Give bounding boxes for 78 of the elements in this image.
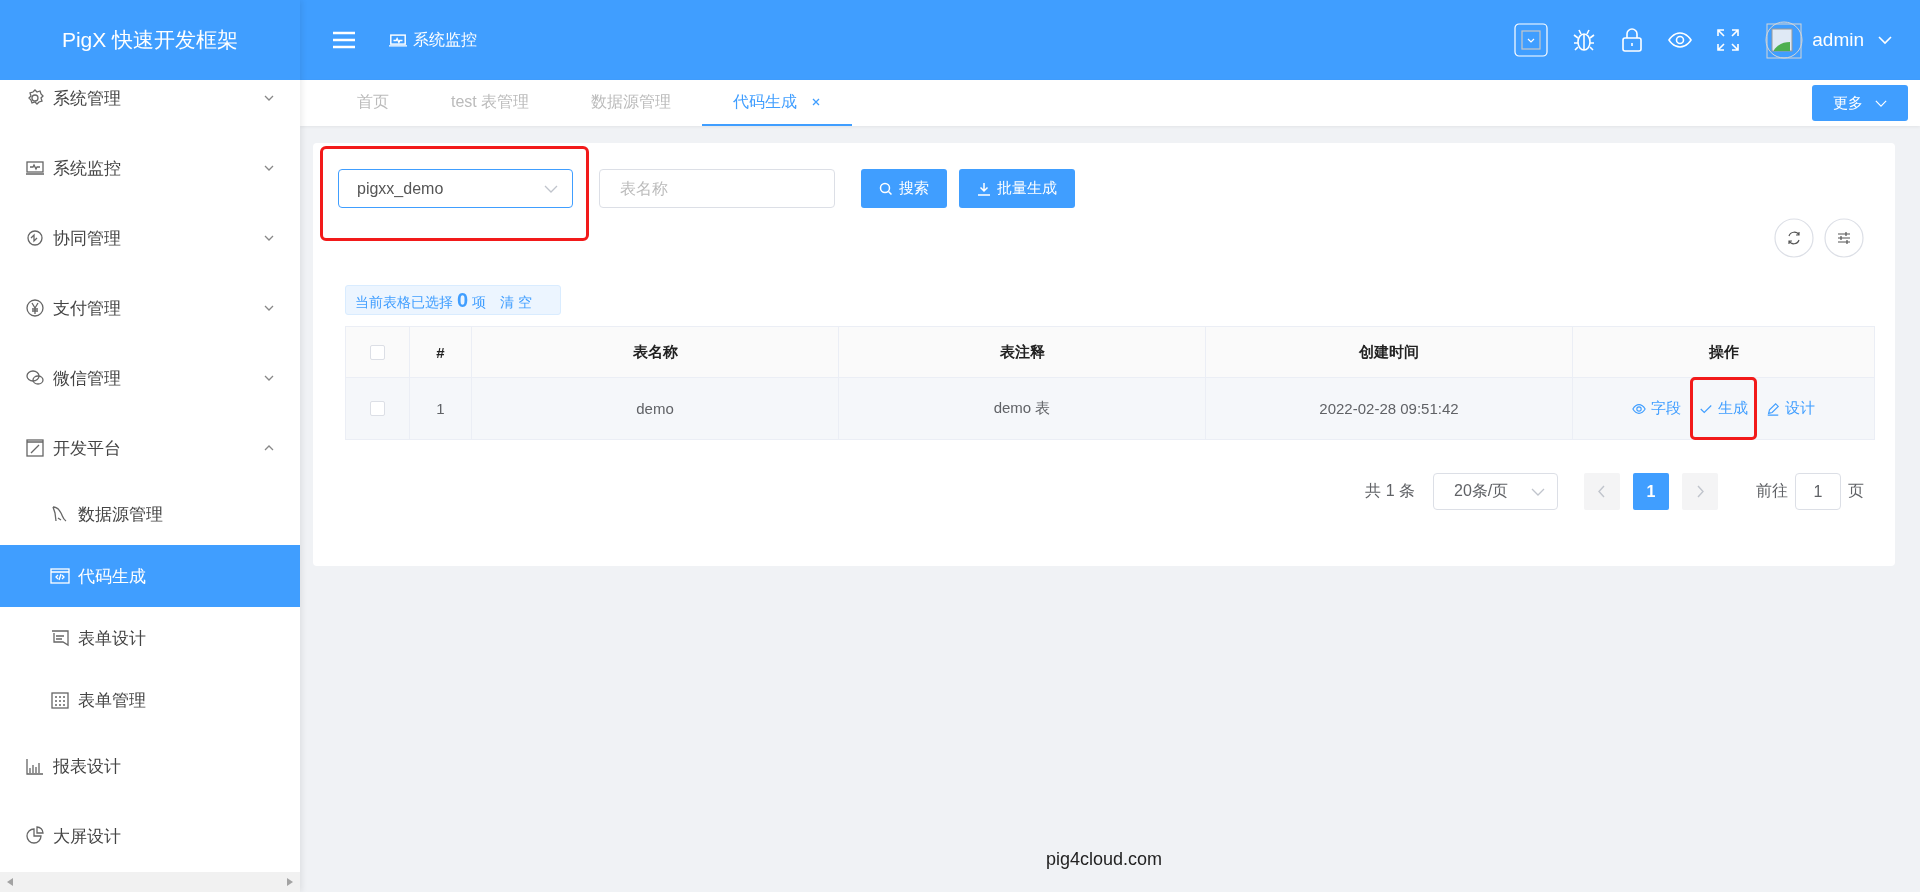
clear-link[interactable]: 清 空: [499, 294, 532, 312]
code-window-icon: [50, 566, 70, 586]
tab[interactable]: 首页: [326, 80, 420, 126]
menu-item[interactable]: 开发平台: [0, 413, 300, 483]
avatar-image-icon[interactable]: [1764, 20, 1805, 60]
submenu-item[interactable]: 数据源管理: [0, 483, 300, 545]
grid-icon: [50, 690, 70, 710]
search-icon: [879, 181, 893, 196]
page-size-select[interactable]: 20条/页: [1433, 473, 1558, 510]
tab[interactable]: 代码生成: [702, 80, 853, 126]
pie-chart-icon: [25, 826, 45, 846]
menu-item[interactable]: 协同管理: [0, 203, 300, 273]
chevron-down-icon[interactable]: [1878, 35, 1892, 45]
search-button[interactable]: 搜索: [861, 169, 947, 208]
menu-item[interactable]: 报表设计: [0, 731, 300, 801]
page-field[interactable]: 1: [1795, 473, 1841, 510]
menu-item[interactable]: 大屏设计: [0, 801, 300, 871]
chevron-down-icon: [1875, 98, 1887, 108]
breadcrumb[interactable]: 系统监控: [413, 29, 477, 51]
download-icon: [977, 181, 991, 196]
bar-chart-icon: [25, 756, 45, 776]
scrollbar[interactable]: [0, 872, 300, 892]
submenu-item[interactable]: 表单管理: [0, 669, 300, 731]
settings-button[interactable]: [1824, 218, 1864, 258]
pencil-icon: [1766, 401, 1780, 416]
close-icon[interactable]: [811, 97, 822, 107]
submenu-item[interactable]: 代码生成: [0, 545, 300, 607]
page-number[interactable]: 1: [1633, 473, 1669, 510]
goto-label: 前往: [1756, 481, 1788, 501]
lock-icon[interactable]: [1620, 28, 1645, 52]
eye-icon: [1632, 401, 1646, 416]
menu-item[interactable]: 支付管理: [0, 273, 300, 343]
more-button[interactable]: 更多: [1812, 85, 1908, 121]
column-header: 表名称: [632, 342, 678, 362]
row-checkbox[interactable]: [370, 401, 385, 416]
app-title: PigX 快速开发框架: [0, 0, 300, 80]
fields-link[interactable]: 字段: [1632, 399, 1681, 418]
datasource-select[interactable]: pigxx_demo: [338, 169, 573, 208]
menu-item[interactable]: 系统管理: [0, 80, 300, 133]
fullscreen-icon[interactable]: [1716, 28, 1741, 52]
yen-icon: [25, 298, 45, 318]
table-name-field[interactable]: 表名称: [599, 169, 835, 208]
scroll-right-icon[interactable]: [286, 877, 294, 887]
chat-icon: [25, 368, 45, 388]
submenu-item[interactable]: 表单设计: [0, 607, 300, 669]
generate-link[interactable]: 生成: [1699, 399, 1748, 418]
column-header: 表注释: [999, 342, 1045, 362]
refresh-button[interactable]: [1774, 218, 1814, 258]
sync-icon: [25, 228, 45, 248]
user-name[interactable]: admin: [1812, 29, 1864, 51]
menu-item[interactable]: 系统监控: [0, 133, 300, 203]
table-cell: 1: [436, 400, 445, 417]
footer-text: pig4cloud.com: [1044, 849, 1164, 870]
column-header: 操作: [1708, 342, 1739, 362]
monitor-icon: [389, 32, 407, 48]
bug-icon[interactable]: [1572, 28, 1597, 52]
select-all-checkbox[interactable]: [370, 344, 385, 360]
menu-item[interactable]: 微信管理: [0, 343, 300, 413]
table-cell: 2022-02-28 09:51:42: [1319, 400, 1459, 417]
menu-icon[interactable]: [332, 30, 356, 50]
dropdown-box-icon[interactable]: [1514, 23, 1549, 57]
table-cell: demo: [636, 400, 674, 417]
total-count: 共 1 条: [1365, 481, 1415, 501]
chevron-down-icon: [544, 183, 558, 194]
scroll-left-icon[interactable]: [6, 877, 14, 887]
monitor-icon: [25, 158, 45, 178]
chevron-down-icon: [1531, 486, 1545, 497]
selection-count-text: 当前表格已选择 0 项: [355, 289, 486, 312]
page-suffix: 页: [1848, 481, 1864, 501]
batch-generate-button[interactable]: 批量生成: [959, 169, 1075, 208]
column-header: #: [436, 343, 445, 361]
design-link[interactable]: 设计: [1766, 399, 1815, 418]
tab[interactable]: test 表管理: [420, 80, 561, 126]
form-icon: [50, 628, 70, 648]
table-cell: demo 表: [993, 399, 1051, 418]
column-header: 创建时间: [1359, 342, 1419, 362]
pencil-icon: [25, 438, 45, 458]
tab[interactable]: 数据源管理: [560, 80, 703, 126]
